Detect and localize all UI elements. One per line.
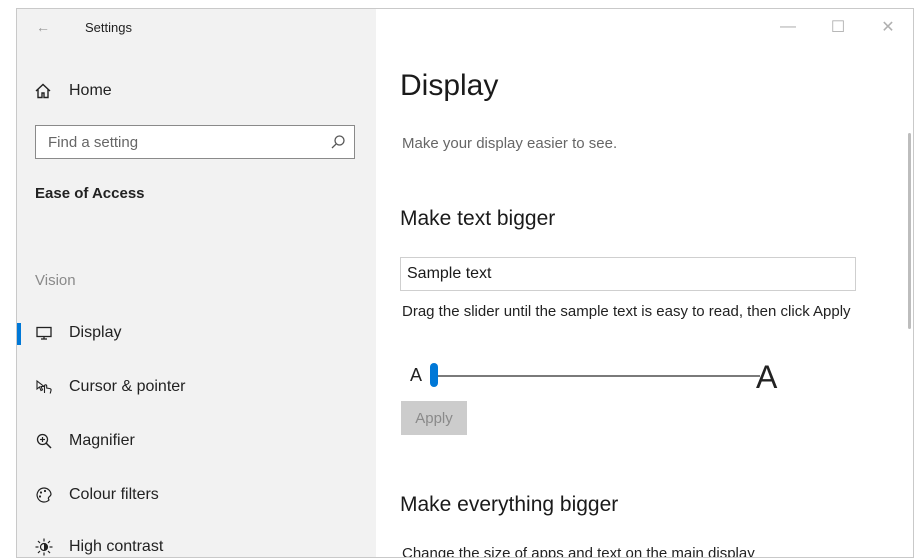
make-text-bigger-heading: Make text bigger [400, 207, 556, 230]
sidebar-item-high-contrast[interactable]: High contrast [17, 527, 376, 557]
display-icon [36, 326, 52, 340]
sidebar-item-label: Magnifier [69, 432, 135, 449]
main-content: — ☐ ✕ Display Make your display easier t… [376, 9, 913, 557]
window-controls: — ☐ ✕ [763, 9, 913, 45]
sidebar-item-label: High contrast [69, 538, 164, 555]
text-size-slider-row: A A [410, 359, 790, 395]
section-title: Ease of Access [35, 185, 145, 202]
cursor-pointer-icon [36, 379, 52, 394]
sidebar-item-cursor-pointer[interactable]: Cursor & pointer [17, 367, 376, 407]
page-subtitle: Make your display easier to see. [402, 135, 618, 152]
group-label-vision: Vision [35, 272, 76, 289]
close-button[interactable]: ✕ [863, 9, 913, 45]
search-icon[interactable] [330, 134, 346, 150]
make-everything-bigger-heading: Make everything bigger [400, 493, 619, 516]
slider-max-label: A [756, 359, 778, 395]
home-label: Home [69, 82, 112, 99]
sidebar-item-magnifier[interactable]: Magnifier [17, 421, 376, 461]
page-title: Display [400, 69, 499, 102]
sidebar: ← Settings Home Ease of Access Vision D [17, 9, 376, 557]
sidebar-item-colour-filters[interactable]: Colour filters [17, 475, 376, 515]
maximize-icon: ☐ [830, 19, 846, 36]
high-contrast-icon [35, 538, 53, 556]
minimize-button[interactable]: — [763, 9, 813, 45]
sample-text-box: Sample text [400, 257, 856, 291]
home-link[interactable]: Home [33, 79, 112, 103]
minimize-icon: — [780, 18, 796, 35]
maximize-button[interactable]: ☐ [813, 9, 863, 45]
apply-button[interactable]: Apply [401, 401, 467, 435]
sidebar-item-label: Display [69, 324, 122, 341]
sidebar-item-label: Cursor & pointer [69, 378, 186, 395]
make-everything-bigger-description: Change the size of apps and text on the … [402, 545, 755, 558]
search-input[interactable] [36, 126, 354, 158]
back-arrow-icon: ← [36, 19, 50, 35]
app-title: Settings [85, 20, 132, 35]
sidebar-item-display[interactable]: Display [17, 313, 376, 353]
text-size-slider-track[interactable] [430, 375, 760, 377]
settings-window: ← Settings Home Ease of Access Vision D [16, 8, 914, 558]
colour-filters-icon [36, 487, 52, 503]
sidebar-item-label: Colour filters [69, 486, 159, 503]
magnifier-icon [36, 433, 52, 449]
home-icon [35, 83, 51, 99]
back-button[interactable]: ← [33, 17, 53, 37]
close-icon: ✕ [881, 19, 895, 36]
search-box[interactable] [35, 125, 355, 159]
slider-min-label: A [410, 365, 423, 385]
text-size-slider-thumb[interactable] [430, 363, 438, 387]
vertical-scrollbar[interactable] [908, 133, 911, 329]
slider-instructions: Drag the slider until the sample text is… [402, 303, 851, 320]
